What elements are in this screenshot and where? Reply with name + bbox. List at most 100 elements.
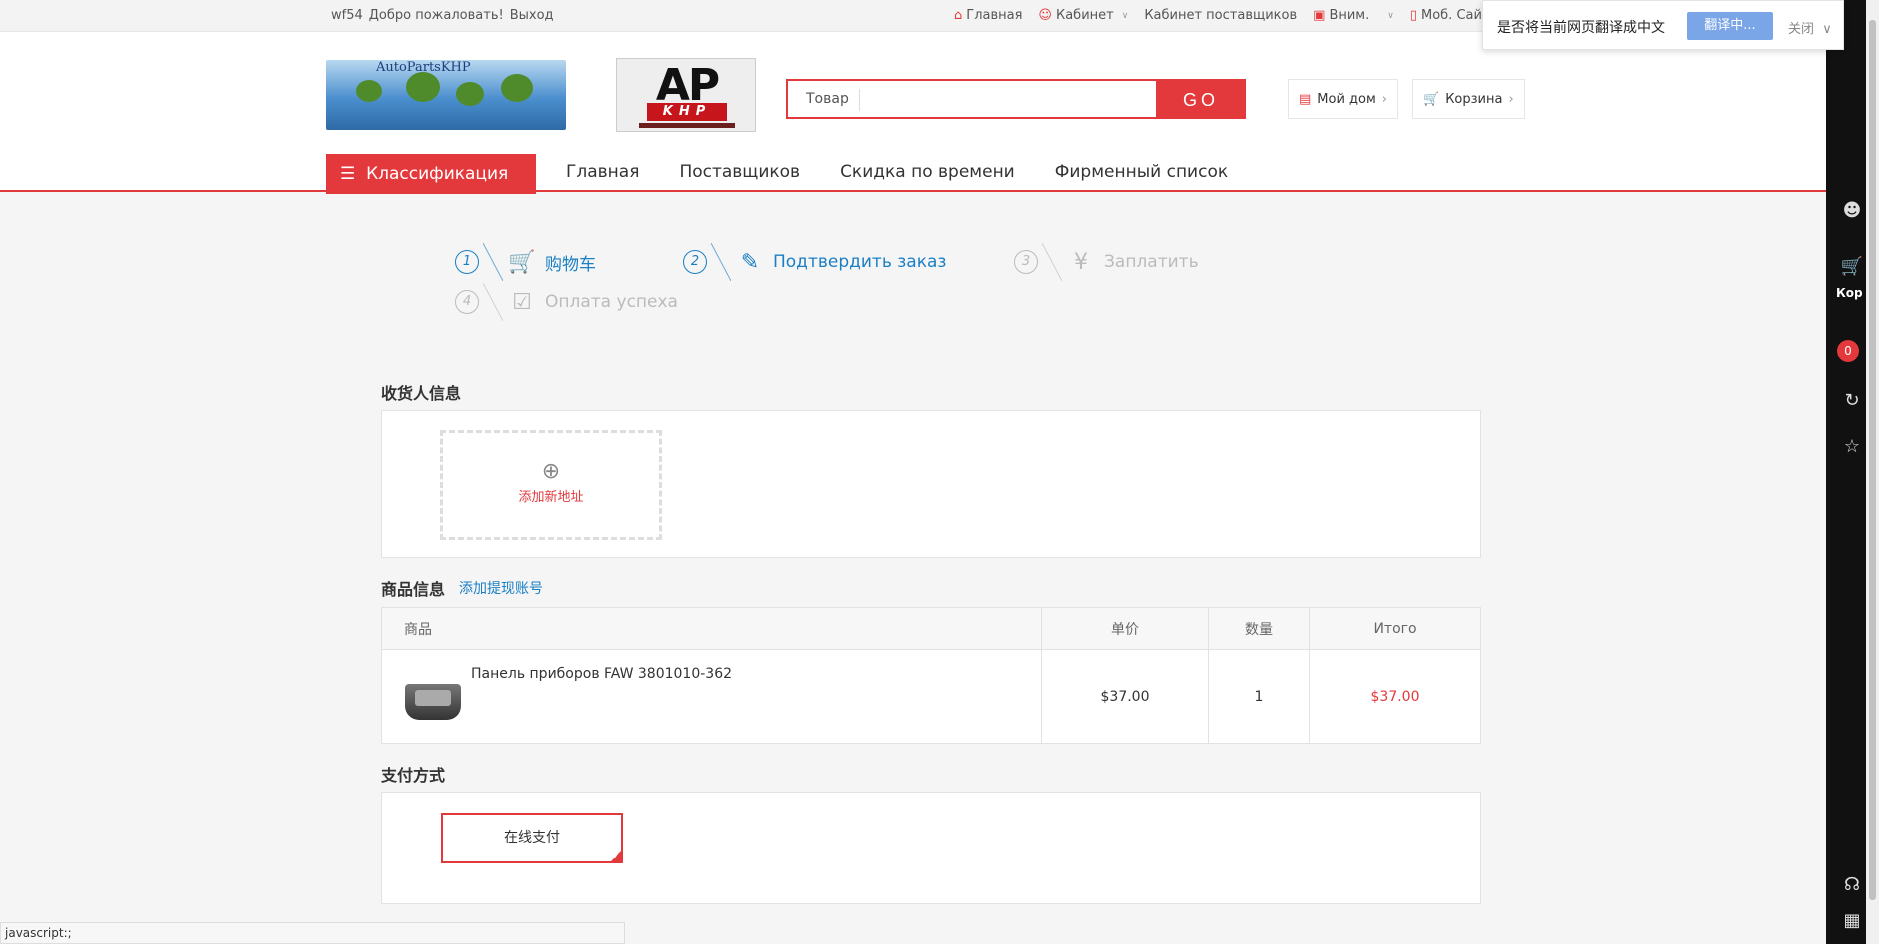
chevron-right-icon: › (1508, 91, 1514, 107)
product-name[interactable]: Панель приборов FAW 3801010-362 (471, 666, 732, 682)
col-header-price: 单价 (1041, 607, 1209, 650)
plus-circle-icon: ⊕ (541, 459, 561, 484)
add-address-button[interactable]: ⊕ 添加新地址 (440, 430, 662, 540)
search-box: Товар GO (786, 79, 1246, 119)
col-header-product: 商品 (381, 607, 1042, 650)
star-icon[interactable]: ☆ (1840, 436, 1864, 460)
category-label: Классификация (366, 164, 509, 184)
nav-links: Главная Поставщиков Скидка по времени Фи… (566, 162, 1228, 182)
step-label: Оплата успеха (545, 292, 678, 312)
table-row: Панель приборов FAW 3801010-362 $37.00 1… (381, 649, 1481, 744)
search-input[interactable] (868, 85, 1138, 113)
cart-label: Корзина (1445, 91, 1503, 107)
product-image[interactable] (405, 684, 461, 720)
logo-tree (356, 80, 382, 102)
step-label: Заплатить (1104, 252, 1199, 272)
logo2-bar (639, 123, 735, 128)
step-confirm-order: 2 ✎ Подтвердить заказ (683, 243, 946, 281)
qr-code-icon[interactable]: ▦ (1840, 910, 1864, 934)
step-label: Подтвердить заказ (773, 252, 947, 272)
chevron-down-icon: ∨ (1822, 22, 1832, 37)
user-icon: ☺ (1038, 8, 1052, 23)
qty-cell: 1 (1208, 649, 1310, 744)
add-address-label: 添加新地址 (518, 490, 584, 505)
top-link-supplier-label: Кабинет поставщиков (1144, 8, 1298, 23)
step-separator (483, 283, 503, 321)
top-link-cabinet[interactable]: ☺ Кабинет ∨ (1038, 8, 1128, 23)
step-payment-success: 4 ☑ Оплата успеха (455, 283, 678, 321)
yen-icon: ¥ (1074, 249, 1088, 275)
edit-icon: ✎ (740, 249, 760, 275)
step-separator (1042, 243, 1062, 281)
site-logo[interactable]: AutoPartsKHP (326, 60, 566, 130)
col-header-qty: 数量 (1208, 607, 1310, 650)
table-header-row: 商品 单价 数量 Итого (381, 607, 1481, 650)
add-account-link[interactable]: 添加提现账号 (459, 578, 543, 598)
translate-question: 是否将当前网页翻译成中文 (1497, 20, 1665, 36)
nav-link-home[interactable]: Главная (566, 162, 639, 182)
nav-link-brand-list[interactable]: Фирменный список (1055, 162, 1228, 182)
step-separator (483, 243, 503, 281)
logout-link[interactable]: Выход (510, 8, 554, 23)
step-number: 3 (1014, 250, 1038, 274)
translate-button[interactable]: 翻译中... (1687, 12, 1773, 40)
step-cart: 1 🛒 购物车 (455, 243, 596, 281)
top-link-attention[interactable]: ▣ Вним. ∨ (1313, 8, 1394, 23)
consignee-title: 收货人信息 (381, 384, 462, 403)
top-link-supplier-cabinet[interactable]: Кабинет поставщиков (1144, 8, 1297, 23)
goods-table: 商品 单价 数量 Итого Панель приборов FAW 38010… (381, 607, 1481, 744)
goods-title: 商品信息 (381, 580, 446, 599)
my-home-button[interactable]: ▤ Мой дом › (1288, 79, 1398, 119)
close-translate-button[interactable]: 关闭 ∨ (1788, 18, 1832, 37)
top-link-attention-label: Вним. (1329, 8, 1370, 23)
user-icon[interactable]: ☻ (1840, 200, 1864, 224)
nav-link-suppliers[interactable]: Поставщиков (679, 162, 800, 182)
category-menu-button[interactable]: ☰ Классификация (326, 154, 536, 194)
logo-tree (456, 82, 484, 106)
logo2-sub: KHP (647, 103, 727, 121)
top-link-home-label: Главная (966, 8, 1023, 23)
nav-link-time-discount[interactable]: Скидка по времени (840, 162, 1015, 182)
chevron-down-icon: ∨ (1121, 10, 1129, 21)
welcome-text: Добро пожаловать! (368, 8, 504, 23)
cart-icon[interactable]: 🛒 (1840, 256, 1864, 280)
cart-button[interactable]: 🛒 Корзина › (1412, 79, 1525, 119)
col-header-total: Итого (1309, 607, 1481, 650)
site-header: AutoPartsKHP AP KHP Товар GO ▤ Мой дом ›… (0, 32, 1826, 194)
browser-status-bar: javascript:; (0, 922, 625, 944)
checkbox-icon: ☑ (512, 289, 532, 315)
main-nav: ☰ Классификация Главная Поставщиков Скид… (0, 152, 1826, 194)
top-link-mobile[interactable]: ▯ Моб. Сайт (1410, 8, 1490, 23)
step-number: 1 (455, 250, 479, 274)
headset-icon[interactable]: ☊ (1840, 874, 1864, 898)
top-bar-left: wf54 Добро пожаловать! Выход (331, 8, 560, 23)
search-category-label[interactable]: Товар (806, 91, 849, 107)
logo-tree (406, 72, 440, 102)
sidebar-cart-label[interactable]: Кор (1836, 286, 1863, 300)
cart-icon: 🛒 (508, 249, 536, 275)
top-link-cabinet-label: Кабинет (1055, 8, 1114, 23)
history-icon[interactable]: ↻ (1840, 390, 1864, 414)
online-payment-option[interactable]: 在线支付 ✓ (441, 813, 623, 863)
my-home-label: Мой дом (1317, 91, 1376, 107)
price-cell: $37.00 (1041, 649, 1209, 744)
search-divider (859, 89, 860, 111)
product-cell: Панель приборов FAW 3801010-362 (381, 649, 1042, 744)
search-button[interactable]: GO (1156, 79, 1246, 119)
home-icon: ⌂ (954, 8, 963, 23)
menu-icon: ☰ (340, 164, 356, 184)
step-separator (711, 243, 731, 281)
scrollbar-thumb[interactable] (1869, 20, 1876, 900)
step-label: 购物车 (545, 254, 596, 275)
check-icon: ✓ (612, 852, 620, 862)
cart-count-badge: 0 (1837, 340, 1859, 362)
close-label: 关闭 (1788, 22, 1815, 37)
top-bar-links: ⌂ Главная ☺ Кабинет ∨ Кабинет поставщиков ▣… (954, 8, 1523, 23)
top-link-home[interactable]: ⌂ Главная (954, 8, 1022, 23)
step-number: 2 (683, 250, 707, 274)
phone-icon: ▯ (1409, 8, 1417, 23)
payment-method-label: 在线支付 (504, 830, 560, 846)
ap-khp-logo[interactable]: AP KHP (616, 58, 756, 132)
payment-title: 支付方式 (381, 766, 446, 785)
username: wf54 (331, 8, 363, 23)
